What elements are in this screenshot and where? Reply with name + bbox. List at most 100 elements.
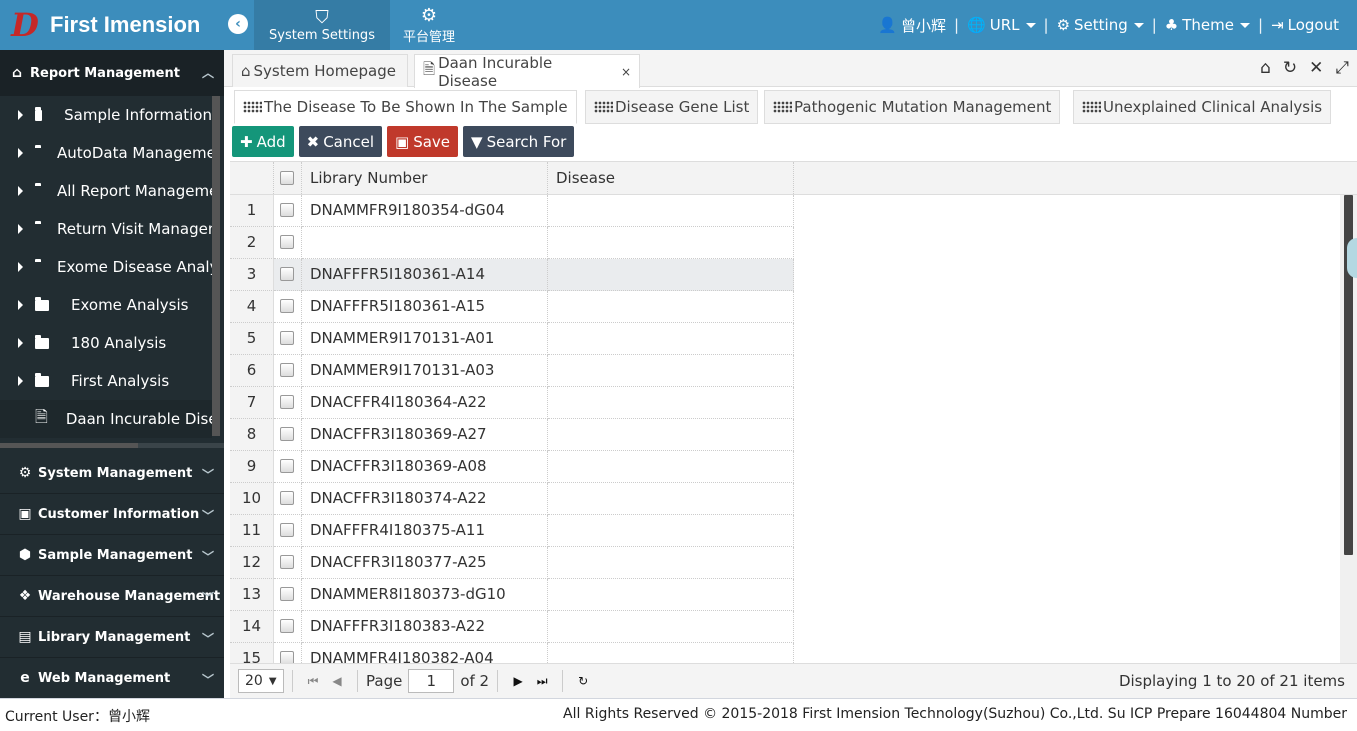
column-header-disease[interactable]: Disease [548, 162, 794, 194]
column-header-library-number[interactable]: Library Number [302, 162, 548, 194]
row-checkbox[interactable] [274, 515, 302, 547]
table-row[interactable]: 14 DNAFFFR3I180383-A22 [230, 611, 1340, 643]
save-button[interactable]: ▣ Save [387, 126, 459, 157]
sidebar-item-sample-information[interactable]: Sample Information [0, 96, 212, 134]
page-size-select[interactable]: 20 ▼ [238, 669, 284, 693]
subtab-disease-shown[interactable]: The Disease To Be Shown In The Sample [234, 90, 577, 124]
table-row[interactable]: 1 DNAMMFR9I180354-dG04 [230, 195, 1340, 227]
refresh-icon[interactable]: ↻ [1283, 58, 1297, 78]
table-row[interactable]: 3 DNAFFFR5I180361-A14 [230, 259, 1340, 291]
close-icon[interactable]: × [621, 65, 631, 79]
cell-disease[interactable] [548, 291, 794, 323]
cell-library-number[interactable]: DNACFFR3I180374-A22 [302, 483, 548, 515]
cell-disease[interactable] [548, 419, 794, 451]
theme-dropdown[interactable]: ♣ Theme [1157, 16, 1258, 34]
table-row[interactable]: 5 DNAMMER9I170131-A01 [230, 323, 1340, 355]
table-row[interactable]: 10 DNACFFR3I180374-A22 [230, 483, 1340, 515]
cell-library-number[interactable]: DNACFFR3I180369-A08 [302, 451, 548, 483]
cell-library-number[interactable]: DNAMMER9I170131-A03 [302, 355, 548, 387]
sidebar-section-library-management[interactable]: ▤ Library Management ﹀ [0, 617, 224, 658]
cell-library-number[interactable]: DNACFFR4I180364-A22 [302, 387, 548, 419]
sidebar-item-exome-disease[interactable]: Exome Disease Analysis [0, 248, 212, 286]
cell-library-number[interactable]: DNAFFFR4I180375-A11 [302, 515, 548, 547]
logout-button[interactable]: ⇥ Logout [1263, 16, 1347, 34]
fullscreen-icon[interactable]: ⤢ [1335, 58, 1349, 78]
floating-side-tab[interactable] [1347, 238, 1357, 278]
user-profile-link[interactable]: 👤 曾小辉 [870, 15, 954, 36]
cell-disease[interactable] [548, 611, 794, 643]
cell-disease[interactable] [548, 483, 794, 515]
cell-disease[interactable] [548, 547, 794, 579]
cell-disease[interactable] [548, 579, 794, 611]
row-checkbox[interactable] [274, 579, 302, 611]
subtab-unexplained-clinical[interactable]: Unexplained Clinical Analysis [1073, 90, 1332, 124]
cell-library-number[interactable]: DNACFFR3I180369-A27 [302, 419, 548, 451]
cell-disease[interactable] [548, 515, 794, 547]
add-button[interactable]: ✚ Add [232, 126, 294, 157]
tab-system-homepage[interactable]: ⌂ System Homepage [232, 54, 408, 87]
table-row[interactable]: 2 [230, 227, 1340, 259]
sidebar-item-180-analysis[interactable]: 180 Analysis [0, 324, 212, 362]
cell-library-number[interactable]: DNAMMER9I170131-A01 [302, 323, 548, 355]
table-row[interactable]: 13 DNAMMER8I180373-dG10 [230, 579, 1340, 611]
row-checkbox[interactable] [274, 419, 302, 451]
sidebar-section-web-management[interactable]: e Web Management ﹀ [0, 658, 224, 699]
row-checkbox[interactable] [274, 323, 302, 355]
cell-disease[interactable] [548, 259, 794, 291]
table-row[interactable]: 15 DNAMMFR4I180382-A04 [230, 643, 1340, 663]
cell-disease[interactable] [548, 195, 794, 227]
sidebar-toggle-button[interactable]: ‹ [228, 14, 248, 34]
row-checkbox[interactable] [274, 291, 302, 323]
row-checkbox[interactable] [274, 195, 302, 227]
url-dropdown[interactable]: 🌐 URL [959, 16, 1043, 34]
first-page-icon[interactable]: ⏮ [301, 674, 325, 689]
prev-page-icon[interactable]: ◀ [325, 674, 349, 688]
sidebar-section-customer-information[interactable]: ▣ Customer Information ﹀ [0, 494, 224, 535]
cell-library-number[interactable] [302, 227, 548, 259]
setting-dropdown[interactable]: ⚙ Setting [1049, 16, 1152, 34]
sidebar-section-report-management[interactable]: ⌂ Report Management ︿ [0, 50, 224, 96]
home-icon[interactable]: ⌂ [1260, 58, 1271, 78]
cell-disease[interactable] [548, 643, 794, 663]
last-page-icon[interactable]: ⏭ [530, 674, 554, 689]
row-checkbox[interactable] [274, 227, 302, 259]
cell-disease[interactable] [548, 323, 794, 355]
cancel-button[interactable]: ✖ Cancel [298, 126, 383, 157]
sidebar-hscrollbar[interactable] [0, 443, 138, 448]
row-checkbox[interactable] [274, 355, 302, 387]
sidebar-item-all-report[interactable]: All Report Management [0, 172, 212, 210]
cell-disease[interactable] [548, 227, 794, 259]
sidebar-item-first-analysis[interactable]: First Analysis [0, 362, 212, 400]
row-checkbox[interactable] [274, 547, 302, 579]
cell-library-number[interactable]: DNAMMFR9I180354-dG04 [302, 195, 548, 227]
cell-library-number[interactable]: DNAMMFR4I180382-A04 [302, 643, 548, 663]
app-logo[interactable]: D First Imension [0, 0, 224, 50]
cell-library-number[interactable]: DNAFFFR3I180383-A22 [302, 611, 548, 643]
row-checkbox[interactable] [274, 611, 302, 643]
sidebar-section-sample-management[interactable]: ⬢ Sample Management ﹀ [0, 535, 224, 576]
subtab-disease-gene-list[interactable]: Disease Gene List [585, 90, 759, 124]
table-row[interactable]: 8 DNACFFR3I180369-A27 [230, 419, 1340, 451]
sidebar-section-system-management[interactable]: ⚙ System Management ﹀ [0, 453, 224, 494]
row-checkbox[interactable] [274, 643, 302, 663]
cell-library-number[interactable]: DNAFFFR5I180361-A15 [302, 291, 548, 323]
cell-disease[interactable] [548, 451, 794, 483]
select-all-checkbox[interactable] [274, 162, 302, 194]
cell-library-number[interactable]: DNACFFR3I180377-A25 [302, 547, 548, 579]
sidebar-scrollbar[interactable] [212, 96, 220, 436]
next-page-icon[interactable]: ▶ [506, 674, 530, 688]
row-checkbox[interactable] [274, 387, 302, 419]
table-row[interactable]: 9 DNACFFR3I180369-A08 [230, 451, 1340, 483]
page-number-input[interactable]: 1 [408, 669, 455, 693]
sidebar-item-daan-incurable[interactable]: 🗎 Daan Incurable Disease [0, 400, 212, 438]
sidebar-item-exome-analysis[interactable]: Exome Analysis [0, 286, 212, 324]
topnav-platform-management[interactable]: ⚙ 平台管理 [390, 0, 468, 50]
tab-daan-incurable-disease[interactable]: 🗎 Daan Incurable Disease × [414, 54, 640, 90]
row-checkbox[interactable] [274, 483, 302, 515]
table-row[interactable]: 7 DNACFFR4I180364-A22 [230, 387, 1340, 419]
table-row[interactable]: 11 DNAFFFR4I180375-A11 [230, 515, 1340, 547]
cell-library-number[interactable]: DNAMMER8I180373-dG10 [302, 579, 548, 611]
search-button[interactable]: ▼ Search For [463, 126, 575, 157]
row-checkbox[interactable] [274, 259, 302, 291]
topnav-system-settings[interactable]: ⛉ System Settings [254, 0, 390, 50]
